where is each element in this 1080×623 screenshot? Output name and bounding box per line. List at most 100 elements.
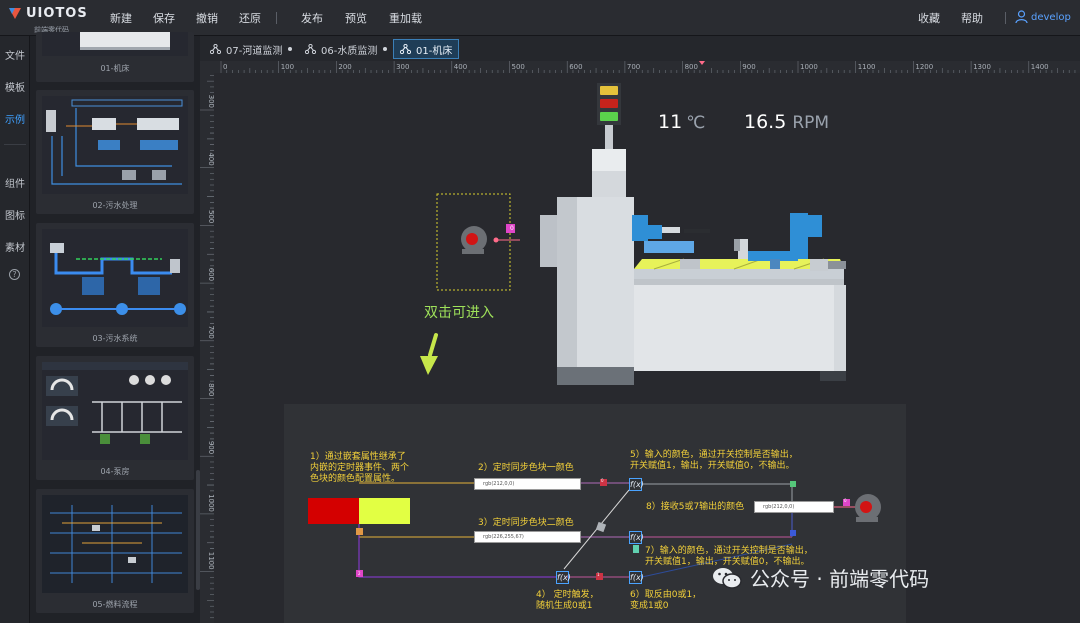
note-1: 1）通过嵌套属性继承了 内嵌的定时器事件、两个 色块的颜色配置属性。 (310, 452, 409, 485)
thumb-image (42, 96, 188, 194)
card-label: 04-泵房 (100, 467, 130, 476)
temperature-unit: ℃ (686, 113, 706, 133)
tab-close-dot[interactable] (383, 47, 388, 51)
port-tag-value: 0 (510, 225, 514, 232)
document-tabs: 07-河道监测 06-水质监测 01-机床 (200, 36, 1080, 61)
ruler-label: 400 (207, 152, 214, 165)
note-line: 4） 定时触发， (536, 590, 599, 600)
tag-label: 1 (597, 572, 600, 577)
nav-components[interactable]: 组件 (0, 175, 30, 190)
note-3: 3）定时同步色块二颜色 (478, 518, 574, 528)
thumb-image (42, 229, 188, 327)
favorite-button[interactable]: 收藏 (918, 10, 940, 26)
function-node-6[interactable]: f(x) (629, 571, 644, 584)
ruler-label: 1300 (973, 63, 991, 71)
card-label: 02-污水处理 (92, 201, 138, 210)
help-icon[interactable]: ? (9, 269, 20, 280)
ruler-label: 1400 (1031, 63, 1049, 71)
color-input-one[interactable]: rgb(212,0,0) (474, 478, 581, 490)
tab-close-dot[interactable] (288, 47, 293, 51)
ruler-marker (699, 61, 705, 65)
tag-label: 0 (844, 498, 847, 503)
ruler-label: 700 (627, 63, 640, 71)
ruler-label: 1000 (800, 63, 818, 71)
app-logo[interactable]: UIOTOS 前端零代码 (8, 6, 88, 34)
ruler-label: 1100 (858, 63, 876, 71)
ruler-corner (200, 61, 214, 73)
new-button[interactable]: 新建 (110, 10, 132, 26)
nav-icons[interactable]: 图标 (0, 207, 30, 222)
card-label: 01-机床 (100, 64, 130, 73)
user-menu[interactable]: develop (1015, 10, 1071, 24)
watermark-text: 公众号 · 前端零代码 (750, 567, 930, 591)
example-card-04[interactable]: 04-泵房 (36, 356, 194, 480)
function-node-7[interactable]: f(x) (629, 531, 644, 544)
ruler-label: 900 (742, 63, 755, 71)
left-nav: 文件 模板 示例 组件 图标 素材 ? (0, 36, 30, 623)
help-button[interactable]: 帮助 (961, 10, 983, 26)
tab-label: 01-机床 (416, 45, 453, 57)
signal-tower (597, 83, 621, 149)
temperature-value: 11 (658, 111, 683, 133)
tab-river-monitor[interactable]: 07-河道监测 (204, 39, 298, 59)
user-icon (1015, 10, 1028, 24)
editor-canvas[interactable]: 0 11 ℃ 16.5 RPM 双击可进入 0 2 0 1 1）通过嵌套属性继承… (214, 73, 1080, 623)
user-name: develop (1031, 11, 1071, 23)
diagram-icon (305, 44, 316, 54)
nav-template[interactable]: 模板 (0, 79, 30, 94)
note-4: 4） 定时触发， 随机生成0或1 (536, 590, 599, 612)
note-8: 8）接收5或7输出的颜色 (646, 502, 745, 512)
horizontal-ruler: 0 100 200 300 400 500 600 700 800 900 1000 1100 1200… (214, 61, 1080, 73)
ruler-label: 500 (512, 63, 525, 71)
tab-water-quality[interactable]: 06-水质监测 (299, 39, 393, 59)
function-node-5[interactable]: f(x) (629, 478, 644, 491)
tab-machine-tool[interactable]: 01-机床 (393, 39, 460, 59)
ruler-label: 900 (207, 441, 214, 454)
ruler-label: 600 (207, 268, 214, 281)
function-node-4[interactable]: f(x) (556, 571, 571, 584)
note-line: 色块的颜色配置属性。 (310, 474, 401, 484)
vertical-ruler: 300 400 500 600 700 800 900 1000 1100 (200, 73, 214, 623)
note-line: 1）通过嵌套属性继承了 (310, 452, 406, 462)
nav-assets[interactable]: 素材 (0, 239, 30, 254)
note-5: 5）输入的颜色，通过开关控制是否输出， 开关赋值1，输出，开关赋值0，不输出。 (630, 450, 798, 472)
note-line: 6）取反由0或1， (630, 590, 702, 600)
reload-button[interactable]: 重加载 (389, 10, 422, 26)
pump-icon (461, 226, 487, 254)
color-block-two[interactable] (359, 498, 410, 524)
example-card-02[interactable]: 02-污水处理 (36, 90, 194, 214)
preview-button[interactable]: 预览 (345, 10, 367, 26)
note-2: 2）定时同步色块一颜色 (478, 463, 574, 473)
speed-readout: 16.5 RPM (744, 111, 829, 133)
note-line: 变成1或0 (630, 601, 669, 611)
publish-button[interactable]: 发布 (301, 10, 323, 26)
ruler-label: 600 (569, 63, 582, 71)
tab-label: 06-水质监测 (321, 45, 378, 57)
thumb-image (42, 32, 188, 56)
nav-examples[interactable]: 示例 (0, 111, 30, 126)
tag-label: 2 (358, 571, 361, 576)
ruler-label: 1000 (207, 494, 214, 512)
tab-label: 07-河道监测 (226, 45, 283, 57)
color-output-input[interactable]: rgb(212,0,0) (754, 501, 834, 513)
ruler-label: 100 (281, 63, 294, 71)
note-line: 内嵌的定时器事件、两个 (310, 463, 410, 473)
example-card-03[interactable]: 03-污水系统 (36, 223, 194, 347)
note-line: 7）输入的颜色，通过开关控制是否输出， (645, 546, 813, 556)
color-block-one[interactable] (308, 498, 359, 524)
nav-file[interactable]: 文件 (0, 47, 30, 62)
example-card-01[interactable]: 01-机床 (36, 32, 194, 82)
save-button[interactable]: 保存 (153, 10, 175, 26)
toolbar-divider (276, 12, 277, 24)
restore-button[interactable]: 还原 (239, 10, 261, 26)
color-input-two[interactable]: rgb(226,255,67) (474, 531, 581, 543)
undo-button[interactable]: 撤销 (196, 10, 218, 26)
card-label: 03-污水系统 (92, 334, 138, 343)
ruler-label: 500 (207, 210, 214, 223)
example-card-05[interactable]: 05-燃料流程 (36, 489, 194, 613)
toolbar-divider (1005, 12, 1006, 24)
watermark: 公众号 · 前端零代码 (712, 563, 929, 592)
speed-unit: RPM (792, 113, 830, 133)
thumb-image (42, 495, 188, 593)
ruler-label: 1200 (915, 63, 933, 71)
